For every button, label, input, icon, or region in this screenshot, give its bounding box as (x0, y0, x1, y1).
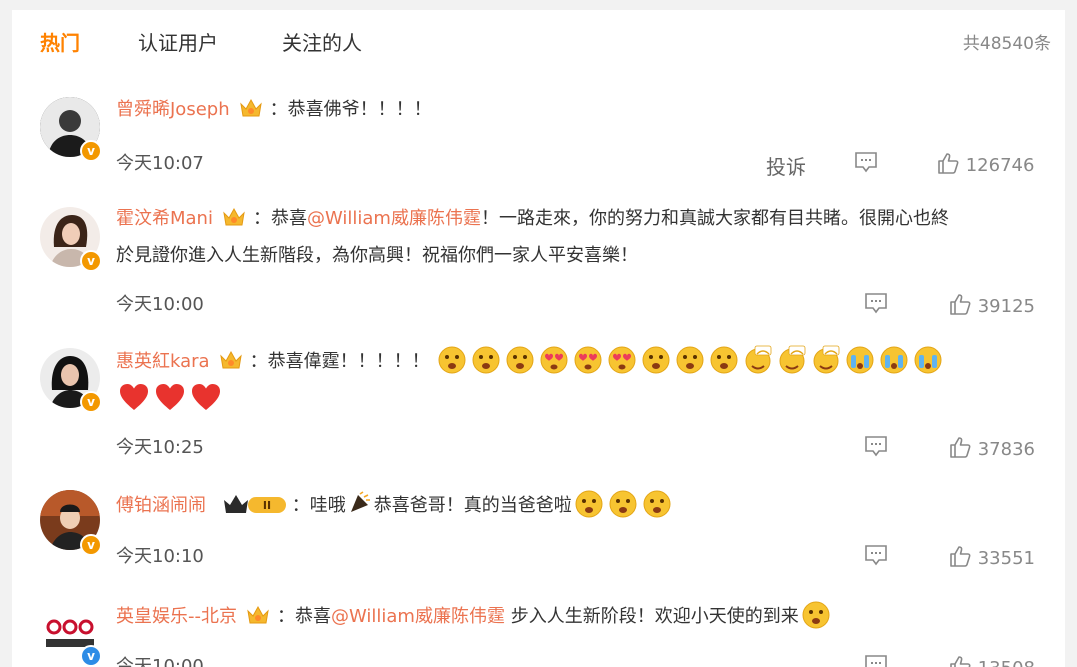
like-count: 126746 (965, 155, 1035, 176)
tab-following[interactable]: 关注的人 (282, 27, 362, 56)
verified-badge-icon: v (80, 250, 102, 272)
tears-of-joy-emoji-icon (913, 345, 943, 375)
verified-badge-icon: v (80, 140, 102, 162)
separator: ： (277, 606, 295, 627)
surprised-emoji-icon (641, 345, 671, 375)
crown-icon (245, 603, 271, 627)
like-button[interactable]: 33551 (948, 544, 1035, 569)
comment-icon (864, 654, 888, 667)
astonished-emoji-icon (471, 345, 501, 375)
verified-badge-icon: v (80, 534, 102, 556)
reply-button[interactable] (854, 151, 878, 174)
666-emoji-icon (743, 345, 773, 375)
like-button[interactable]: 13508 (948, 654, 1035, 667)
thumbs-up-icon (948, 292, 972, 316)
red-heart-icon (118, 382, 150, 412)
heart-eyes-emoji-icon (607, 345, 637, 375)
comment-username[interactable]: 傅铂涵闹闹 (116, 495, 206, 516)
mention-link[interactable]: @William威廉陈伟霆 (331, 606, 505, 627)
thumbs-up-icon (936, 151, 960, 175)
like-count: 39125 (977, 296, 1035, 317)
touched-emoji-icon (574, 489, 604, 519)
comment-text: 恭喜 (270, 208, 307, 229)
vip-crown-badge-icon: II (223, 495, 286, 513)
separator: ： (252, 208, 271, 229)
heart-eyes-emoji-icon (573, 345, 603, 375)
comment-text: 步入人生新阶段！欢迎小天使的到来 (504, 606, 799, 627)
comment-text: 恭喜偉霆！！！！！ (267, 351, 430, 372)
astonished-emoji-icon (437, 345, 467, 375)
comment-icon (864, 292, 888, 314)
red-heart-icon (154, 382, 186, 412)
comment-icon (864, 435, 888, 457)
tab-verified-users[interactable]: 认证用户 (138, 27, 218, 56)
comment-username[interactable]: 霍汶希Mani (116, 208, 213, 229)
comment-time: 今天10:00 (116, 656, 204, 667)
comment-time: 今天10:00 (116, 294, 204, 315)
comment-icon (854, 151, 878, 173)
mention-link[interactable]: @William威廉陈伟霆 (307, 208, 481, 229)
tears-of-joy-emoji-icon (845, 345, 875, 375)
tears-of-joy-emoji-icon (879, 345, 909, 375)
touched-emoji-icon (608, 489, 638, 519)
666-emoji-icon (811, 345, 841, 375)
hearts-row (116, 380, 1047, 417)
crown-icon (238, 96, 264, 120)
crown-icon (218, 348, 244, 372)
heart-eyes-emoji-icon (539, 345, 569, 375)
vip-level: II (263, 499, 271, 512)
comment-text: ！一路走來，你的努力和真誠大家都有目共睹。很開心也終 (480, 208, 949, 229)
like-button[interactable]: 37836 (948, 435, 1035, 460)
comment-body: 惠英紅kara ：恭喜偉霆！！！！！ (116, 343, 1047, 417)
surprised-emoji-icon (709, 345, 739, 375)
comment-tabs: 热门 认证用户 关注的人 共48540条 (12, 10, 1065, 72)
comment-text-line2: 於見證你進入人生新階段，為你高興！祝福你們一家人平安喜樂！ (116, 245, 638, 266)
comment-time: 今天10:07 (116, 153, 204, 174)
comment-time: 今天10:25 (116, 437, 204, 458)
separator: ： (291, 495, 310, 516)
reply-button[interactable] (864, 435, 888, 458)
comment-body: 霍汶希Mani ：恭喜@William威廉陈伟霆！一路走來，你的努力和真誠大家都有… (116, 200, 1047, 274)
party-popper-emoji-icon (348, 491, 372, 515)
tab-hot[interactable]: 热门 (40, 27, 80, 56)
vip-badge: II (222, 492, 288, 529)
reply-button[interactable] (864, 292, 888, 315)
separator: ： (249, 351, 268, 372)
comments-panel: 热门 认证用户 关注的人 共48540条 v 曾舜晞Joseph ：恭喜佛爷！！！… (12, 10, 1065, 667)
crown-icon (221, 205, 247, 229)
comment-body: 傅铂涵闹闹 II ：哇哦 恭喜爸哥！真的当爸爸啦 (116, 487, 1047, 529)
comment-time: 今天10:10 (116, 546, 204, 567)
comment-text: 恭喜佛爷！！！！ (287, 99, 432, 120)
like-count: 37836 (977, 439, 1035, 460)
comment-text: 恭喜 (295, 606, 331, 627)
touched-emoji-icon (801, 600, 831, 630)
thumbs-up-icon (948, 654, 972, 667)
thumbs-up-icon (948, 544, 972, 568)
like-count: 13508 (978, 658, 1035, 667)
comment-icon (864, 544, 888, 566)
red-heart-icon (190, 382, 222, 412)
separator: ： (269, 99, 288, 120)
like-button[interactable]: 39125 (948, 292, 1035, 317)
thumbs-up-icon (948, 435, 972, 459)
touched-emoji-icon (642, 489, 672, 519)
comment-text: 哇哦 (309, 495, 346, 516)
reply-button[interactable] (864, 544, 888, 567)
comment-username[interactable]: 曾舜晞Joseph (116, 99, 230, 120)
like-button[interactable]: 126746 (936, 151, 1034, 176)
report-button[interactable]: 投诉 (766, 151, 806, 180)
comment-username[interactable]: 惠英紅kara (116, 351, 210, 372)
verified-badge-icon: v (80, 391, 102, 413)
astonished-emoji-icon (505, 345, 535, 375)
total-count: 共48540条 (962, 34, 1051, 54)
reply-button[interactable] (864, 654, 888, 667)
666-emoji-icon (777, 345, 807, 375)
comment-body: 曾舜晞Joseph ：恭喜佛爷！！！！ (116, 91, 1047, 128)
comment-username[interactable]: 英皇娱乐--北京 (116, 606, 237, 627)
comment-body: 英皇娱乐--北京 ：恭喜@William威廉陈伟霆 步入人生新阶段！欢迎小天使的到… (116, 598, 1047, 635)
verified-badge-icon: v (80, 645, 102, 667)
comment-text: 恭喜爸哥！真的当爸爸啦 (373, 495, 572, 516)
surprised-emoji-icon (675, 345, 705, 375)
like-count: 33551 (977, 548, 1035, 569)
